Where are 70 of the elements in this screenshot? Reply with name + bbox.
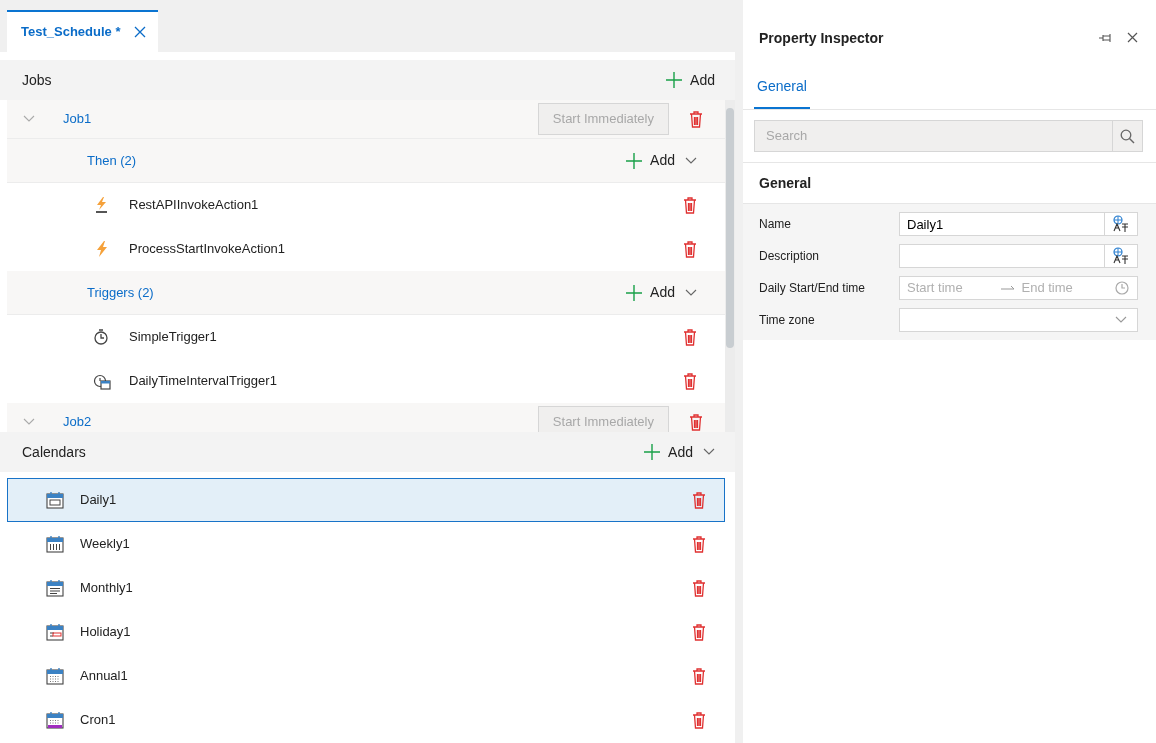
chevron-down-icon[interactable] — [685, 288, 697, 297]
text-field[interactable]: Daily1 — [899, 212, 1104, 236]
item-name: RestAPIInvokeAction1 — [129, 196, 260, 215]
delete-icon[interactable] — [683, 196, 697, 214]
search-icon[interactable] — [1120, 128, 1135, 144]
calendar-item[interactable]: Monthly1 — [7, 566, 725, 610]
group-label: Triggers (2) — [87, 283, 155, 302]
calendar-icon — [46, 579, 64, 597]
calendar-icon — [46, 711, 64, 729]
delete-icon[interactable] — [689, 413, 703, 431]
field-label: Time zone — [759, 312, 816, 329]
clock-icon — [1115, 281, 1129, 295]
delete-icon[interactable] — [683, 240, 697, 258]
translate-icon[interactable] — [1112, 247, 1130, 265]
calendar-item[interactable]: Daily1 — [7, 478, 725, 522]
translate-icon[interactable] — [1112, 215, 1130, 233]
search-field[interactable]: Search — [754, 120, 1112, 152]
section-title: Jobs — [22, 70, 52, 90]
dropdown-field[interactable] — [899, 308, 1138, 332]
panel-tab[interactable]: General — [754, 66, 810, 109]
job-name: Job2 — [63, 413, 93, 432]
delete-icon[interactable] — [692, 667, 706, 685]
chevron-down-icon — [1115, 316, 1127, 324]
calendar-item[interactable]: Annual1 — [7, 654, 725, 698]
scrollbar[interactable] — [725, 100, 735, 432]
calendar-item[interactable]: Weekly1 — [7, 522, 725, 566]
item-name: SimpleTrigger1 — [129, 328, 218, 347]
plus-icon — [626, 284, 643, 301]
calendar-icon — [46, 623, 64, 641]
close-icon[interactable] — [1127, 32, 1138, 43]
calendar-item[interactable]: Cron1 — [7, 698, 725, 742]
chevron-down-icon[interactable] — [685, 156, 697, 165]
item-name: ProcessStartInvokeAction1 — [129, 240, 287, 259]
close-icon[interactable] — [134, 26, 147, 38]
calendar-icon — [46, 491, 64, 509]
item-name: DailyTimeIntervalTrigger1 — [129, 372, 278, 391]
delete-icon[interactable] — [692, 491, 706, 509]
plus-icon — [644, 444, 661, 460]
calendar-icon — [46, 535, 64, 553]
start-time-field[interactable]: Start time — [900, 278, 1001, 298]
document-tab[interactable]: Test_Schedule * — [7, 10, 159, 52]
delete-icon[interactable] — [683, 372, 697, 390]
delete-icon[interactable] — [692, 711, 706, 729]
job-name: Job1 — [63, 110, 93, 129]
field-label: Name — [759, 216, 792, 233]
add-button[interactable]: Add — [644, 441, 693, 463]
calendar-icon — [46, 667, 64, 685]
plus-icon — [626, 152, 643, 169]
end-time-field[interactable]: End time — [1014, 278, 1115, 298]
chevron-down-icon[interactable] — [703, 448, 715, 456]
section-title: Calendars — [22, 442, 86, 462]
delete-icon[interactable] — [689, 110, 703, 128]
group-label: Then (2) — [87, 151, 138, 170]
timer-icon — [93, 328, 111, 346]
delete-icon[interactable] — [692, 579, 706, 597]
field-label: Daily Start/End time — [759, 280, 867, 297]
scrollbar-thumb[interactable] — [726, 108, 734, 348]
text-field[interactable] — [899, 244, 1104, 268]
panel-title: Property Inspector — [759, 28, 884, 48]
delete-icon[interactable] — [692, 623, 706, 641]
plus-icon — [666, 72, 683, 88]
arrow-right-icon — [1000, 285, 1015, 291]
field-label: Description — [759, 248, 821, 265]
delete-icon[interactable] — [683, 328, 697, 346]
pin-icon[interactable] — [1099, 32, 1113, 44]
delete-icon[interactable] — [692, 535, 706, 553]
add-button[interactable]: Add — [666, 69, 715, 91]
time-range-field[interactable]: Start time End time — [899, 276, 1138, 300]
timer-icon — [93, 372, 111, 390]
calendar-item[interactable]: Holiday1 — [7, 610, 725, 654]
